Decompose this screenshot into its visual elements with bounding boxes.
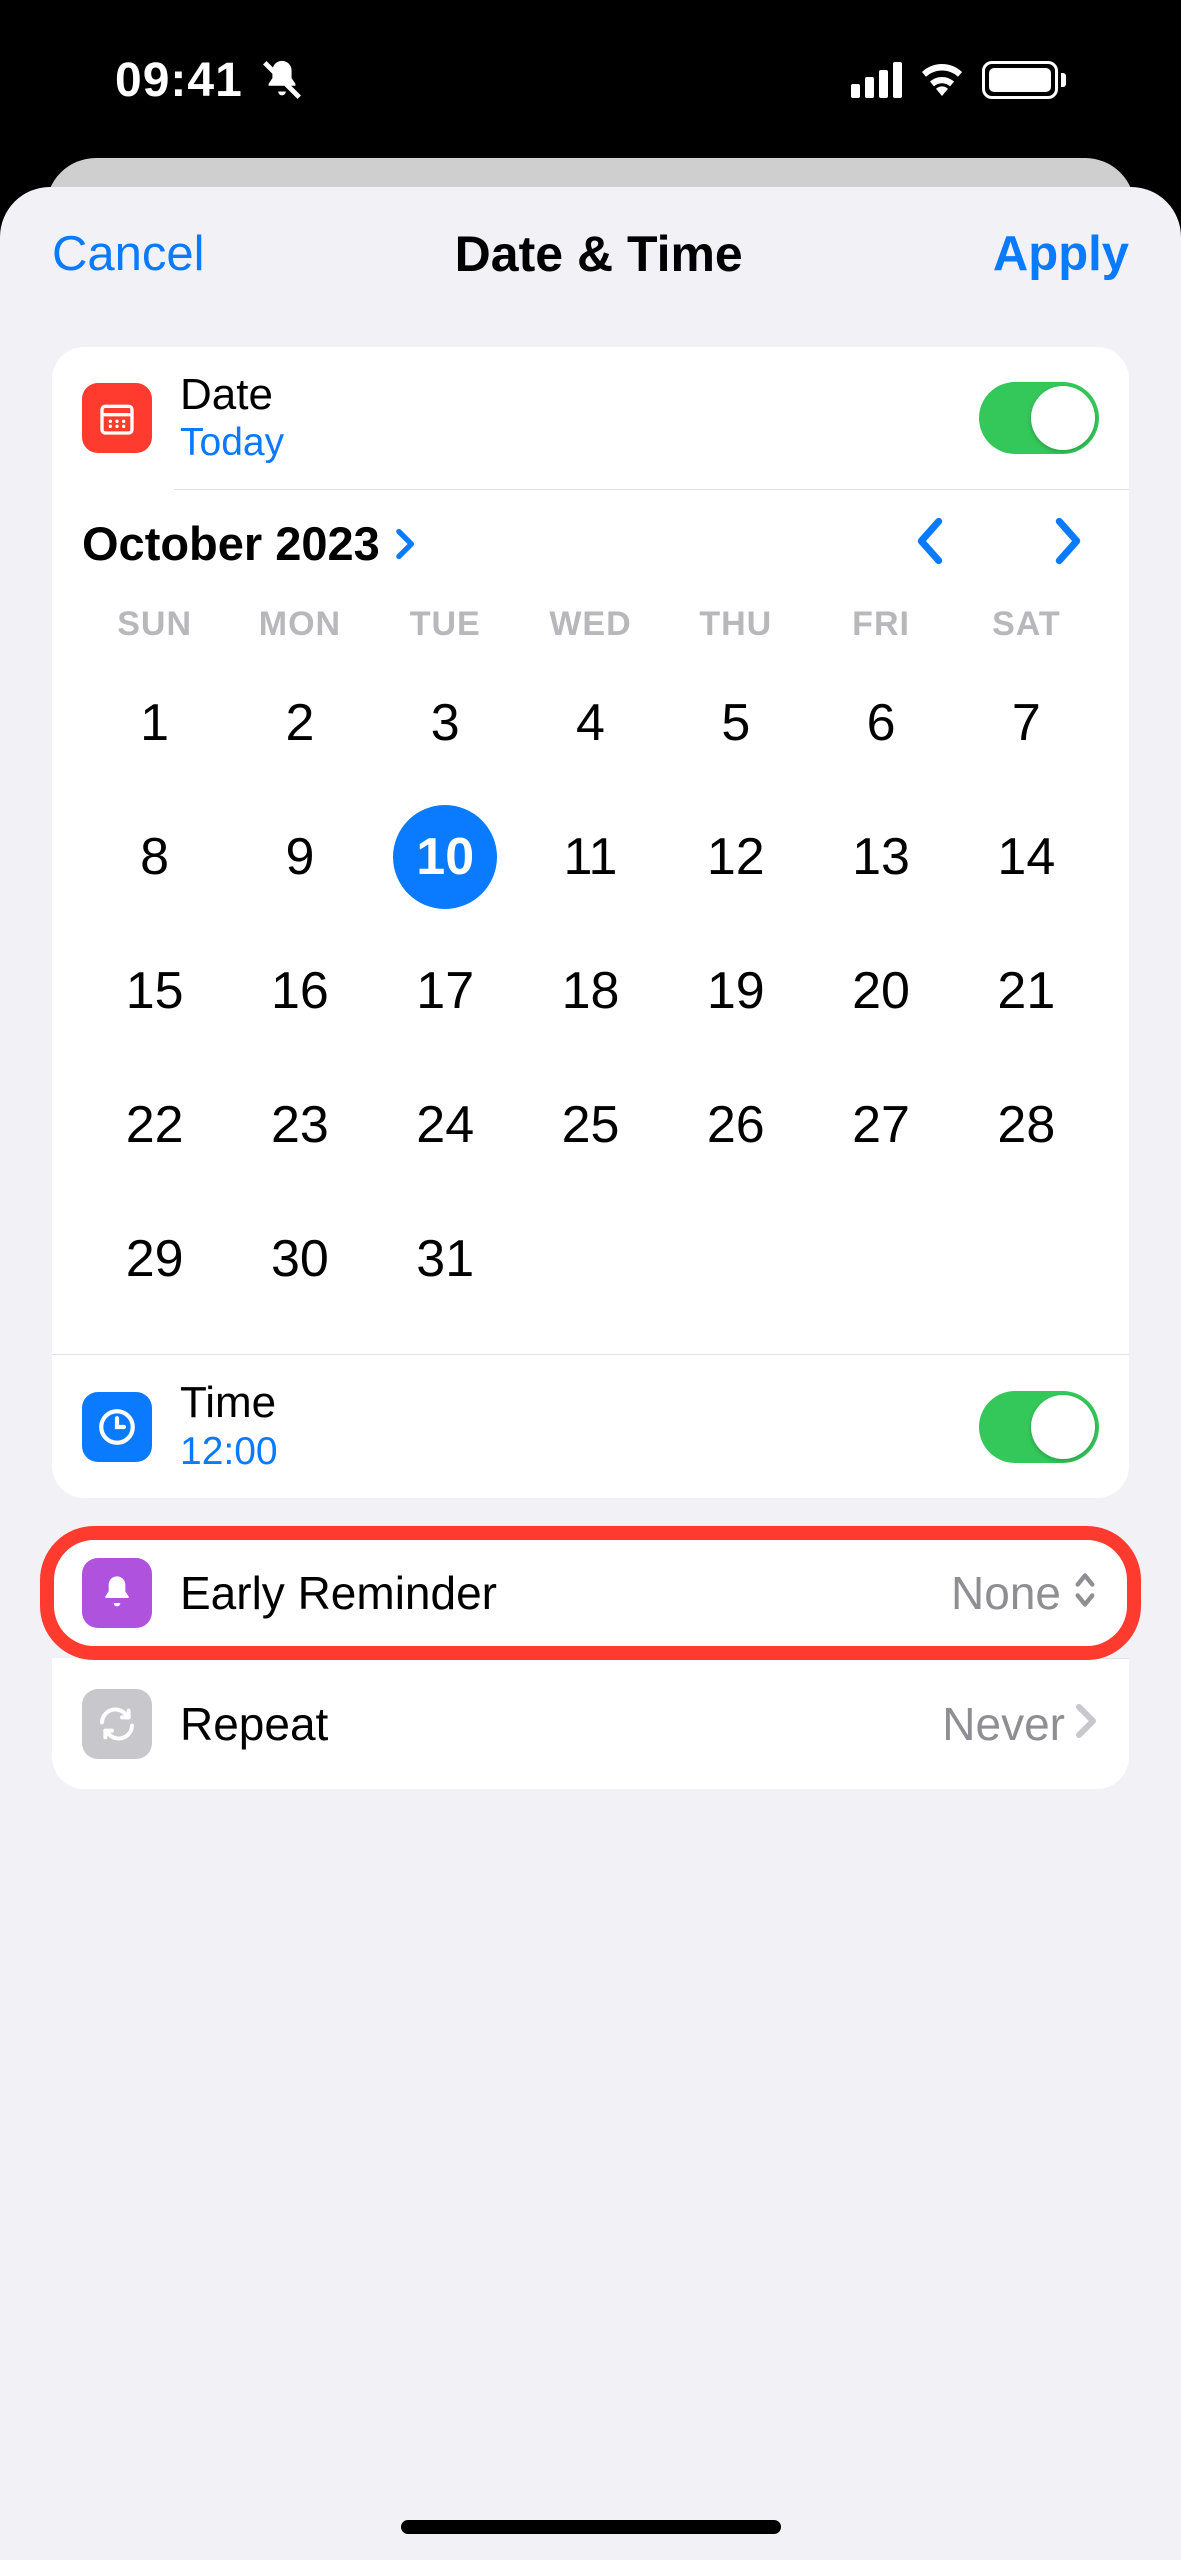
calendar-day[interactable]: 10 (373, 790, 518, 924)
time-row[interactable]: Time 12:00 (52, 1355, 1129, 1497)
calendar-day[interactable]: 30 (227, 1192, 372, 1326)
calendar-day[interactable]: 23 (227, 1058, 372, 1192)
calendar-day[interactable]: 13 (808, 790, 953, 924)
chevron-right-icon (1075, 1703, 1099, 1744)
date-row[interactable]: Date Today (52, 347, 1129, 489)
calendar-day[interactable]: 25 (518, 1058, 663, 1192)
battery-icon (982, 61, 1066, 99)
calendar: October 2023 SUN MON TUE (52, 490, 1129, 1354)
calendar-day[interactable]: 4 (518, 656, 663, 790)
date-time-card: Date Today October 2023 (52, 347, 1129, 1498)
calendar-day[interactable]: 29 (82, 1192, 227, 1326)
chevron-right-icon (394, 516, 418, 571)
time-value: 12:00 (180, 1430, 979, 1474)
calendar-day[interactable]: 15 (82, 924, 227, 1058)
cancel-button[interactable]: Cancel (52, 226, 205, 282)
calendar-day (808, 1192, 953, 1326)
calendar-day[interactable]: 12 (663, 790, 808, 924)
calendar-day[interactable]: 2 (227, 656, 372, 790)
date-label: Date (180, 371, 979, 419)
calendar-day[interactable]: 17 (373, 924, 518, 1058)
month-label: October 2023 (82, 516, 380, 571)
calendar-day (518, 1192, 663, 1326)
clock-icon (82, 1392, 152, 1462)
calendar-day[interactable]: 7 (954, 656, 1099, 790)
wifi-icon (918, 60, 966, 101)
calendar-day[interactable]: 31 (373, 1192, 518, 1326)
prev-month-button[interactable] (913, 517, 947, 570)
calendar-day[interactable]: 28 (954, 1058, 1099, 1192)
repeat-value: Never (942, 1697, 1065, 1751)
next-month-button[interactable] (1051, 517, 1085, 570)
calendar-day[interactable]: 14 (954, 790, 1099, 924)
status-time: 09:41 (115, 53, 243, 108)
calendar-day[interactable]: 16 (227, 924, 372, 1058)
apply-button[interactable]: Apply (993, 226, 1129, 282)
sheet-nav: Cancel Date & Time Apply (0, 187, 1181, 321)
month-picker-button[interactable]: October 2023 (82, 516, 418, 571)
calendar-day[interactable]: 27 (808, 1058, 953, 1192)
calendar-day (954, 1192, 1099, 1326)
repeat-icon (82, 1689, 152, 1759)
calendar-day[interactable]: 9 (227, 790, 372, 924)
calendar-day[interactable]: 5 (663, 656, 808, 790)
calendar-day[interactable]: 24 (373, 1058, 518, 1192)
calendar-day[interactable]: 6 (808, 656, 953, 790)
weekday-header: SUN MON TUE WED THU FRI SAT (82, 597, 1099, 656)
calendar-day[interactable]: 19 (663, 924, 808, 1058)
calendar-day (663, 1192, 808, 1326)
bell-icon (82, 1558, 152, 1628)
sheet-title: Date & Time (455, 225, 743, 283)
early-reminder-label: Early Reminder (180, 1566, 951, 1620)
up-down-chevron-icon (1071, 1570, 1099, 1615)
calendar-day[interactable]: 3 (373, 656, 518, 790)
calendar-day[interactable]: 11 (518, 790, 663, 924)
calendar-day[interactable]: 1 (82, 656, 227, 790)
calendar-day[interactable]: 26 (663, 1058, 808, 1192)
repeat-label: Repeat (180, 1697, 942, 1751)
time-toggle[interactable] (979, 1391, 1099, 1463)
calendar-day[interactable]: 22 (82, 1058, 227, 1192)
home-indicator[interactable] (401, 2520, 781, 2534)
early-reminder-value: None (951, 1566, 1061, 1620)
status-bar: 09:41 (0, 0, 1181, 160)
early-reminder-row[interactable]: Early Reminder None (52, 1528, 1129, 1658)
calendar-icon (82, 383, 152, 453)
date-value: Today (180, 421, 979, 465)
silent-mode-icon (259, 57, 305, 103)
date-toggle[interactable] (979, 382, 1099, 454)
calendar-day[interactable]: 20 (808, 924, 953, 1058)
cellular-signal-icon (851, 62, 902, 98)
repeat-row[interactable]: Repeat Never (52, 1659, 1129, 1789)
time-label: Time (180, 1379, 979, 1427)
calendar-day[interactable]: 21 (954, 924, 1099, 1058)
calendar-day[interactable]: 8 (82, 790, 227, 924)
calendar-day[interactable]: 18 (518, 924, 663, 1058)
date-time-sheet: Cancel Date & Time Apply Date Today Octo… (0, 187, 1181, 2560)
